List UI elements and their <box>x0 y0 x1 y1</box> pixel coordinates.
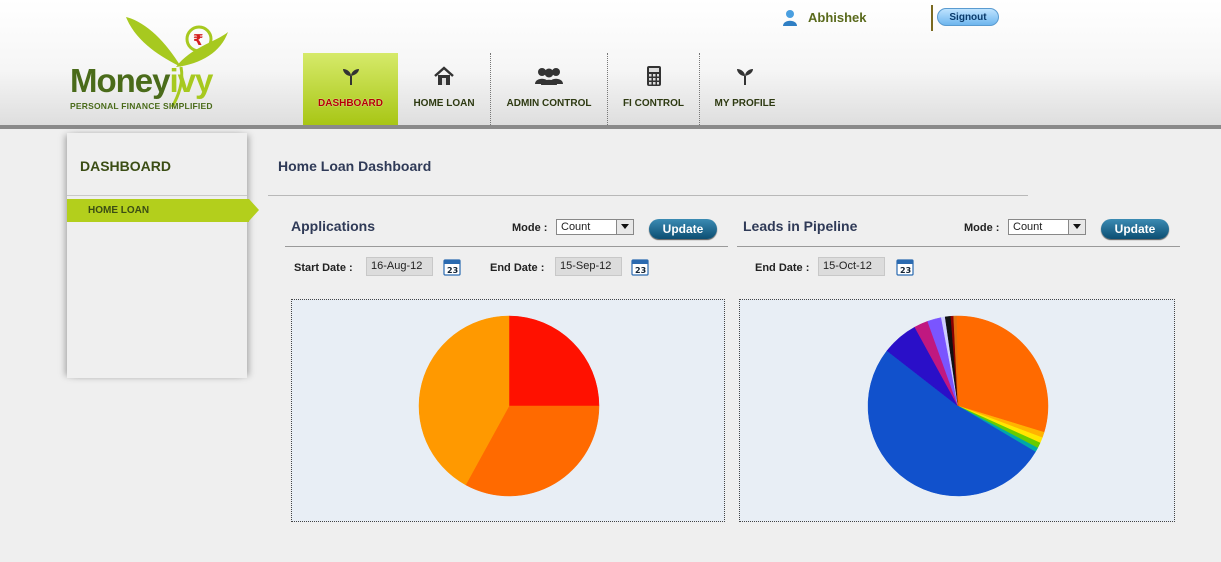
svg-text:₹: ₹ <box>193 31 203 49</box>
pie-slice-1 <box>508 315 600 407</box>
leads-update-button[interactable]: Update <box>1101 219 1169 239</box>
start-date-label: Start Date : <box>294 262 353 274</box>
page-title: Home Loan Dashboard <box>278 158 432 174</box>
leads-end-date-field[interactable]: 15-Oct-12 <box>818 257 885 276</box>
leads-title: Leads in Pipeline <box>743 218 858 234</box>
applications-update-button[interactable]: Update <box>649 219 717 239</box>
house-icon <box>434 66 454 85</box>
sidebar-title: DASHBOARD <box>80 158 171 174</box>
nav-my-profile[interactable]: MY PROFILE <box>700 53 790 125</box>
leads-chart <box>739 299 1175 522</box>
calculator-icon <box>646 66 661 86</box>
applications-pie-chart <box>418 315 600 497</box>
chevron-down-icon[interactable] <box>1068 220 1085 234</box>
nav-label: DASHBOARD <box>318 98 383 109</box>
sidebar: DASHBOARD HOME LOAN <box>67 133 259 378</box>
mode-label: Mode : <box>964 222 1000 234</box>
svg-text:23: 23 <box>635 266 646 275</box>
applications-title: Applications <box>291 218 376 234</box>
brand-tagline: PERSONAL FINANCE SIMPLIFIED <box>70 101 213 111</box>
users-icon <box>535 68 563 85</box>
brand-name: Moneyivy <box>70 62 213 99</box>
divider <box>737 246 1180 247</box>
brand-logo[interactable]: ₹ Moneyivy PERSONAL FINANCE SIMPLIFIED <box>66 12 236 117</box>
svg-text:23: 23 <box>447 266 458 275</box>
chevron-down-icon[interactable] <box>616 220 633 234</box>
divider <box>67 195 247 196</box>
user-icon <box>783 10 797 26</box>
mode-label: Mode : <box>512 222 548 234</box>
applications-chart <box>291 299 725 522</box>
signout-button[interactable]: Signout <box>937 8 999 26</box>
nav-dashboard[interactable]: DASHBOARD <box>303 53 398 125</box>
nav-label: ADMIN CONTROL <box>506 98 592 109</box>
end-date-field[interactable]: 15-Sep-12 <box>555 257 622 276</box>
select-value: Count <box>561 221 591 233</box>
nav-label: MY PROFILE <box>714 98 776 109</box>
select-value: Count <box>1013 221 1043 233</box>
sidebar-item-home-loan[interactable]: HOME LOAN <box>67 199 259 222</box>
plant-icon <box>737 69 753 85</box>
sidebar-item-label: HOME LOAN <box>88 205 150 216</box>
applications-mode-select[interactable]: Count <box>556 219 634 235</box>
calendar-icon[interactable]: 23 <box>631 258 649 276</box>
nav-admin-control[interactable]: ADMIN CONTROL <box>491 53 608 125</box>
divider <box>268 195 1028 196</box>
nav-fi-control[interactable]: FI CONTROL <box>608 53 700 125</box>
user-name: Abhishek <box>808 10 867 25</box>
start-date-field[interactable]: 16-Aug-12 <box>366 257 433 276</box>
divider <box>285 246 728 247</box>
nav-home-loan[interactable]: HOME LOAN <box>398 53 491 125</box>
nav-label: FI CONTROL <box>622 98 685 109</box>
leads-pie-chart <box>867 315 1049 497</box>
header: ₹ Moneyivy PERSONAL FINANCE SIMPLIFIED A… <box>0 0 1221 129</box>
end-date-label: End Date : <box>755 262 810 274</box>
svg-text:23: 23 <box>900 266 911 275</box>
calendar-icon[interactable]: 23 <box>443 258 461 276</box>
end-date-label: End Date : <box>490 262 545 274</box>
calendar-icon[interactable]: 23 <box>896 258 914 276</box>
header-divider <box>931 5 933 31</box>
leads-mode-select[interactable]: Count <box>1008 219 1086 235</box>
nav-label: HOME LOAN <box>413 98 475 109</box>
plant-icon <box>342 69 359 85</box>
